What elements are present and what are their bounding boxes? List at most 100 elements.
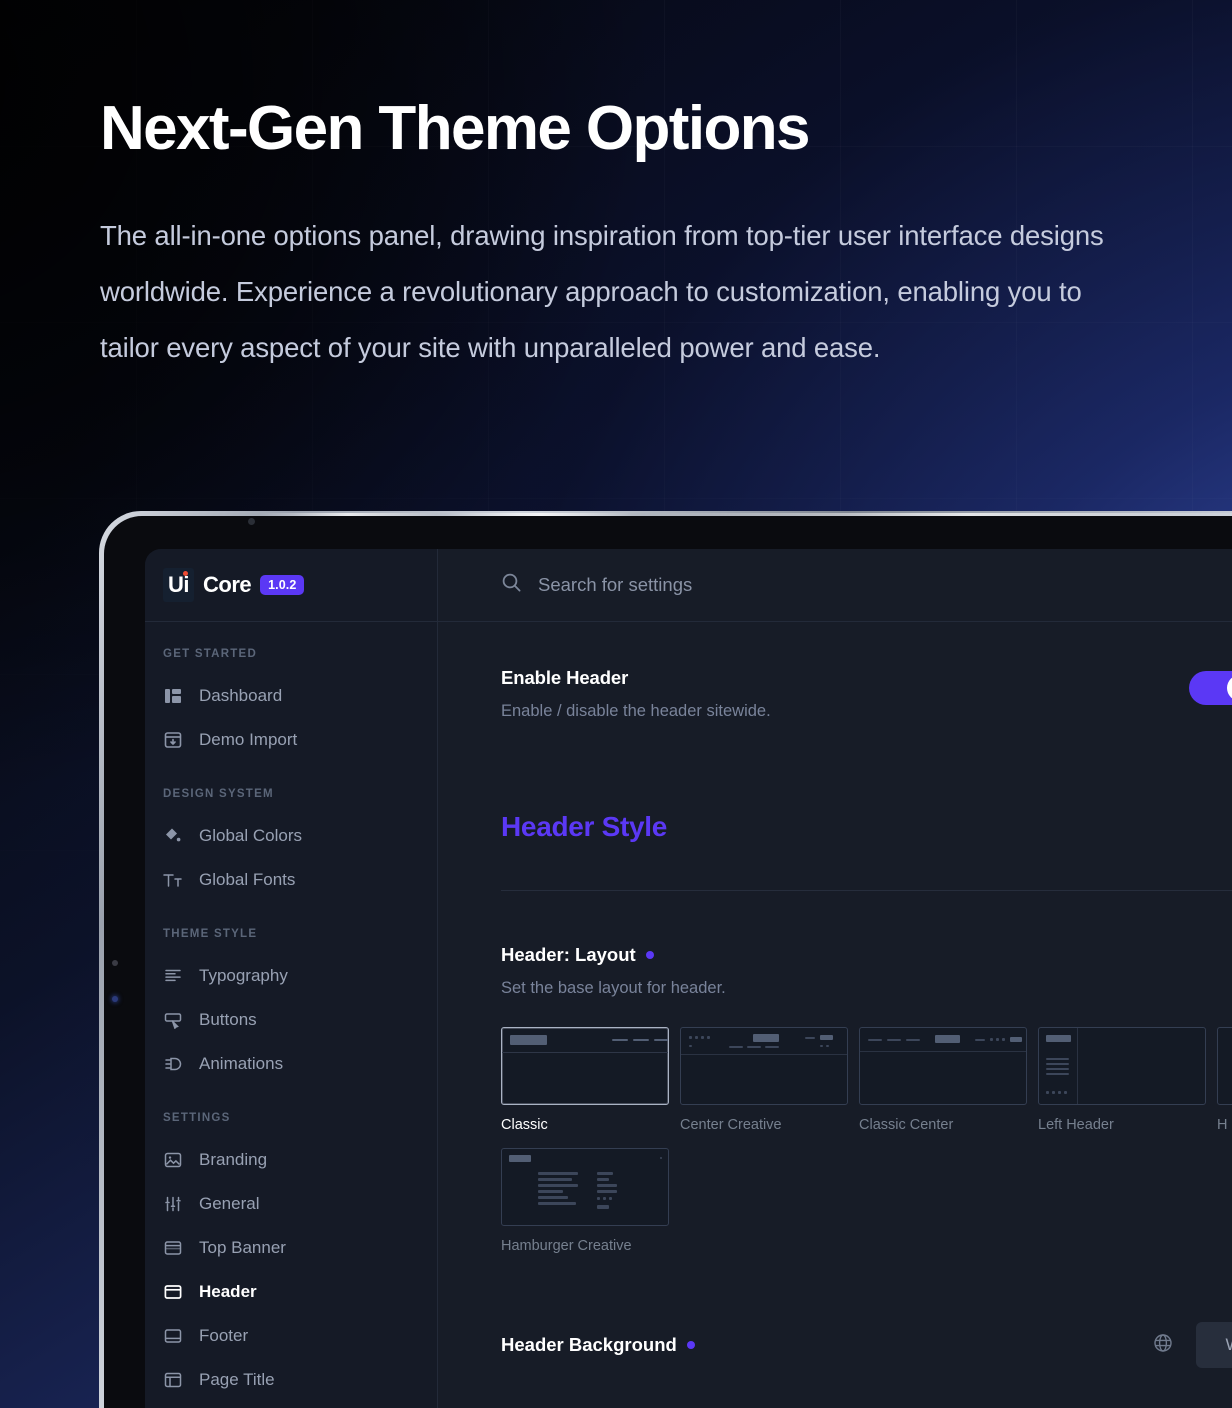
sidebar-item-demo-import[interactable]: Demo Import bbox=[145, 718, 437, 762]
sidebar-item-label: Animations bbox=[199, 1054, 284, 1073]
sidebar: Ui Core 1.0.2 GET STARTED Dashboard Demo… bbox=[145, 549, 438, 1408]
header-background-controls: White bbox=[1152, 1322, 1232, 1368]
header-background-label-row: Header Background bbox=[501, 1334, 695, 1356]
sidebar-item-dashboard[interactable]: Dashboard bbox=[145, 674, 437, 718]
camera-dot bbox=[248, 518, 255, 525]
hero-subtitle: The all-in-one options panel, drawing in… bbox=[100, 220, 1104, 363]
sidebar-item-global-colors[interactable]: Global Colors bbox=[145, 814, 437, 858]
header-layout-label-row: Header: Layout bbox=[501, 944, 1232, 966]
demo-import-icon bbox=[163, 730, 183, 750]
layout-thumb-hamburger-creative bbox=[501, 1148, 669, 1226]
enable-header-description: Enable / disable the header sitewide. bbox=[501, 702, 771, 720]
app-screen: Ui Core 1.0.2 GET STARTED Dashboard Demo… bbox=[145, 549, 1232, 1408]
animation-icon bbox=[163, 1054, 183, 1074]
layout-thumb-clipped bbox=[1217, 1027, 1232, 1105]
page-title: Next-Gen Theme Options bbox=[100, 94, 811, 163]
brand-row: Ui Core 1.0.2 bbox=[145, 549, 437, 622]
layout-label: Left Header bbox=[1038, 1117, 1114, 1133]
sidebar-item-page-title[interactable]: Page Title bbox=[145, 1358, 437, 1402]
top-banner-icon bbox=[163, 1238, 183, 1258]
nav-group-label: SETTINGS bbox=[163, 1112, 231, 1124]
sliders-icon bbox=[163, 1194, 183, 1214]
enable-header-row: Enable Header Enable / disable the heade… bbox=[501, 622, 1232, 721]
layout-option-classic[interactable]: Classic bbox=[501, 1027, 669, 1133]
sidebar-item-label: Top Banner bbox=[199, 1238, 286, 1257]
header-background-value-button[interactable]: White bbox=[1195, 1322, 1232, 1368]
sidebar-item-animations[interactable]: Animations bbox=[145, 1042, 437, 1086]
section-divider bbox=[501, 890, 1232, 891]
sidebar-item-footer[interactable]: Footer bbox=[145, 1314, 437, 1358]
sidebar-item-label: Page Title bbox=[199, 1370, 275, 1389]
text-align-icon bbox=[163, 966, 183, 986]
header-background-row: Header Background White bbox=[501, 1322, 1232, 1368]
layout-label: Classic Center bbox=[859, 1117, 954, 1133]
layout-thumb-left-header bbox=[1038, 1027, 1206, 1105]
footer-icon bbox=[163, 1326, 183, 1346]
device-mockup: Ui Core 1.0.2 GET STARTED Dashboard Demo… bbox=[99, 511, 1232, 1408]
sidebar-item-label: Global Fonts bbox=[199, 870, 296, 889]
search-input[interactable] bbox=[538, 574, 1098, 596]
image-icon bbox=[163, 1150, 183, 1170]
nav-group-label: GET STARTED bbox=[163, 648, 258, 660]
app-logo[interactable]: Ui Core 1.0.2 bbox=[163, 568, 305, 602]
modified-dot-icon bbox=[686, 1341, 695, 1349]
sidebar-item-header[interactable]: Header bbox=[145, 1270, 437, 1314]
header-layout-description: Set the base layout for header. bbox=[501, 979, 726, 997]
header-icon bbox=[163, 1282, 183, 1302]
layout-label: Hamburger Creative bbox=[501, 1238, 632, 1254]
layout-thumb-classic-center bbox=[859, 1027, 1027, 1105]
layout-option-clipped[interactable]: H bbox=[1217, 1027, 1232, 1133]
sidebar-item-general[interactable]: General bbox=[145, 1182, 437, 1226]
page-title-icon bbox=[163, 1370, 183, 1390]
layout-option-center-creative[interactable]: Center Creative bbox=[680, 1027, 848, 1133]
layout-label: H bbox=[1217, 1117, 1228, 1133]
layout-option-hamburger-creative[interactable]: Hamburger Creative bbox=[501, 1148, 669, 1254]
typography-tt-icon bbox=[163, 870, 183, 890]
sidebar-item-label: Buttons bbox=[199, 1010, 257, 1029]
sidebar-item-typography[interactable]: Typography bbox=[145, 954, 437, 998]
version-badge: 1.0.2 bbox=[260, 575, 305, 595]
header-layout-options: Classic Center Creative Classic Center L… bbox=[501, 1027, 1232, 1254]
sidebar-item-label: Branding bbox=[199, 1150, 268, 1169]
search-icon bbox=[501, 572, 522, 598]
layout-label: Classic bbox=[501, 1117, 548, 1133]
sidebar-item-label: Typography bbox=[199, 966, 288, 985]
sidebar-item-label: Dashboard bbox=[199, 686, 283, 705]
sidebar-item-buttons[interactable]: Buttons bbox=[145, 998, 437, 1042]
sidebar-item-label: Global Colors bbox=[199, 826, 302, 845]
search-bar[interactable] bbox=[438, 549, 1232, 622]
sidebar-item-branding[interactable]: Branding bbox=[145, 1138, 437, 1182]
sidebar-item-top-banner[interactable]: Top Banner bbox=[145, 1226, 437, 1270]
nav-group-design-system: DESIGN SYSTEM Global Colors Global Fonts bbox=[145, 788, 437, 902]
sidebar-item-label: General bbox=[199, 1194, 260, 1213]
layout-option-left-header[interactable]: Left Header bbox=[1038, 1027, 1206, 1133]
layout-thumb-center-creative bbox=[680, 1027, 848, 1105]
layout-option-classic-center[interactable]: Classic Center bbox=[859, 1027, 1027, 1133]
bezel-seam-3 bbox=[642, 513, 1232, 516]
bezel-dot-upper bbox=[112, 960, 118, 966]
header-background-label: Header Background bbox=[501, 1334, 677, 1355]
sidebar-nav: GET STARTED Dashboard Demo Import DESIGN… bbox=[145, 622, 437, 1402]
toggle-knob bbox=[1227, 675, 1232, 701]
header-layout-label: Header: Layout bbox=[501, 944, 636, 965]
layout-thumb-classic bbox=[501, 1027, 669, 1105]
enable-header-title: Enable Header bbox=[501, 667, 629, 688]
nav-group-label: DESIGN SYSTEM bbox=[163, 788, 274, 800]
paint-bucket-icon bbox=[163, 826, 183, 846]
bezel-seam-2 bbox=[447, 513, 632, 516]
logo-accent-dot bbox=[183, 571, 188, 576]
section-heading: Header Style bbox=[501, 811, 668, 842]
nav-group-settings: SETTINGS Branding General Top Banner Hea… bbox=[145, 1112, 437, 1402]
nav-group-theme-style: THEME STYLE Typography Buttons Animation… bbox=[145, 928, 437, 1086]
hero-section: Next-Gen Theme Options The all-in-one op… bbox=[100, 98, 1140, 376]
nav-group-label: THEME STYLE bbox=[163, 928, 258, 940]
nav-group-get-started: GET STARTED Dashboard Demo Import bbox=[145, 648, 437, 762]
bezel-dot-lower bbox=[112, 996, 118, 1002]
globe-icon[interactable] bbox=[1152, 1332, 1174, 1359]
enable-header-toggle[interactable] bbox=[1189, 671, 1232, 705]
sidebar-item-global-fonts[interactable]: Global Fonts bbox=[145, 858, 437, 902]
header-layout-field: Header: Layout Set the base layout for h… bbox=[501, 944, 1232, 998]
sidebar-item-label: Demo Import bbox=[199, 730, 298, 749]
logo-mark: Ui bbox=[163, 568, 194, 602]
page-root: Next-Gen Theme Options The all-in-one op… bbox=[0, 0, 1232, 1408]
